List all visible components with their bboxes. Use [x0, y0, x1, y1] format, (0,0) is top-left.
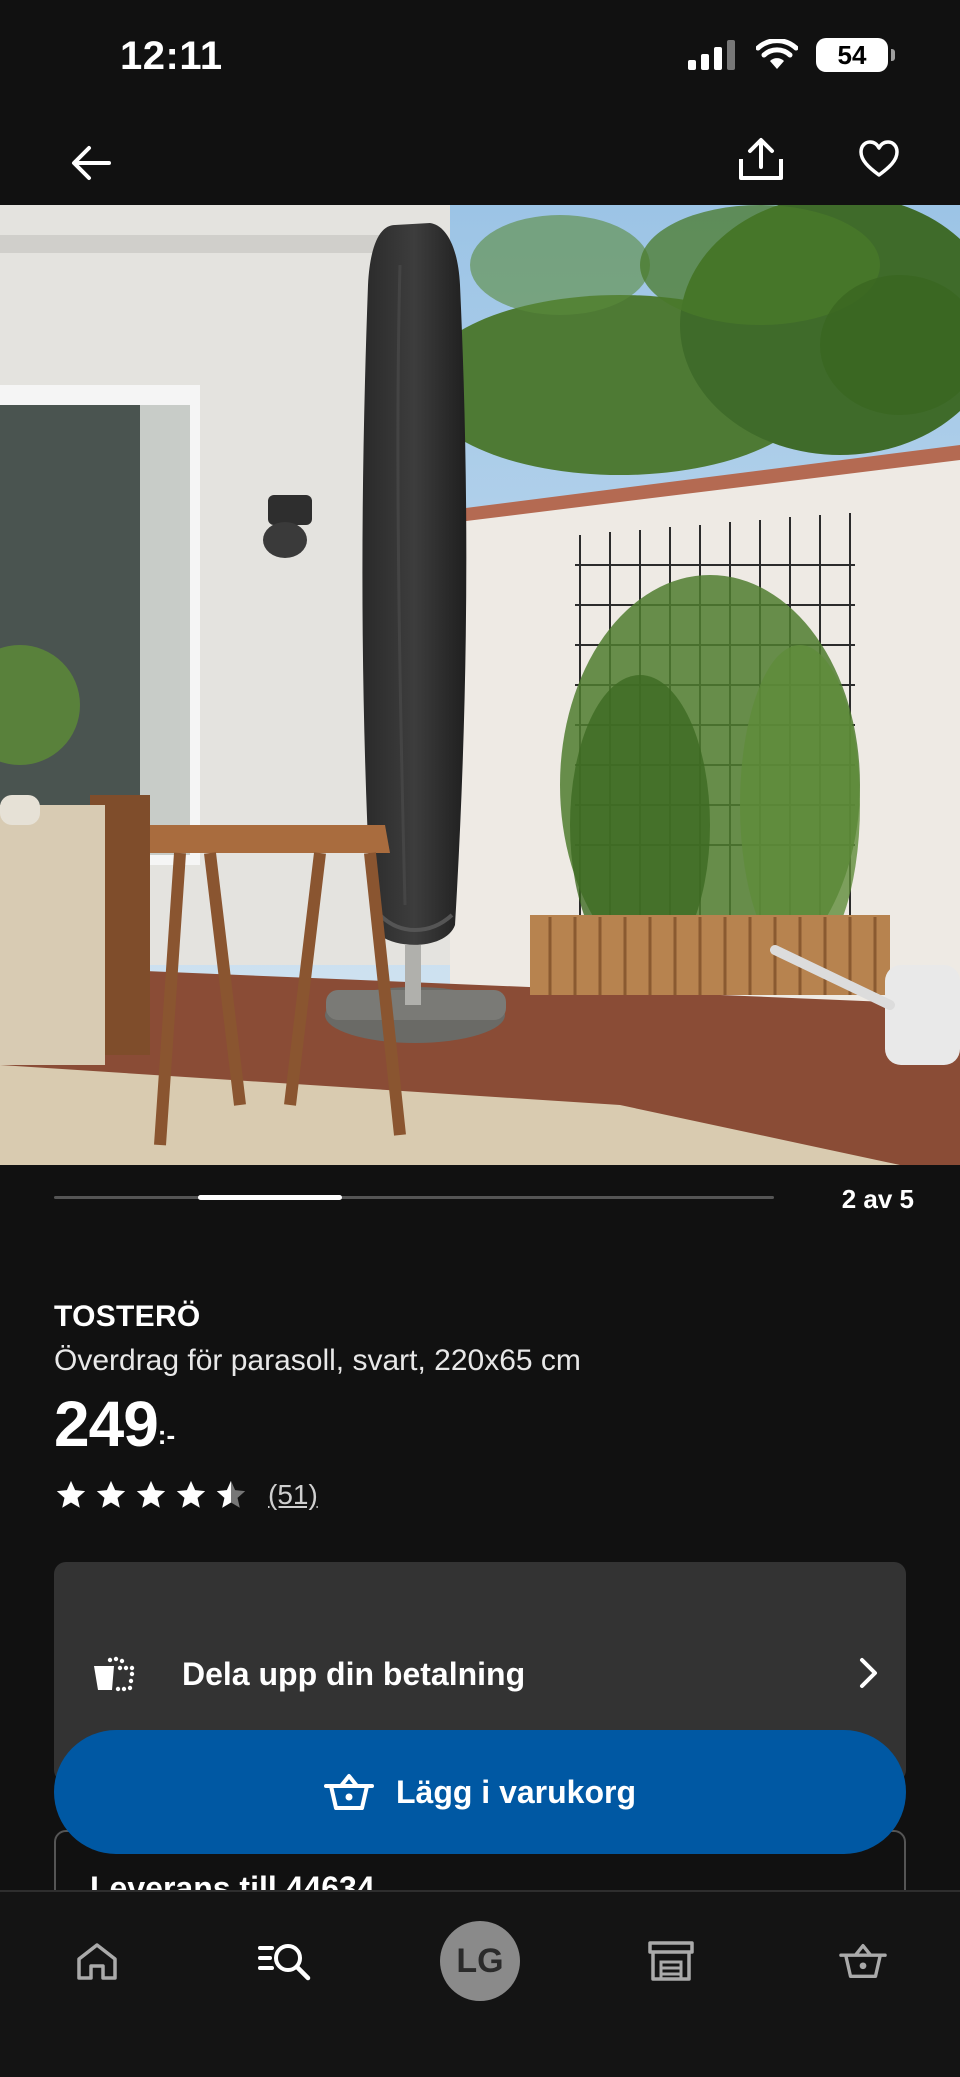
cart-icon	[839, 1943, 887, 1979]
price-main: 249	[54, 1388, 159, 1460]
star-icon	[176, 1480, 206, 1508]
tab-profile[interactable]: LG	[435, 1916, 525, 2006]
tab-cart[interactable]	[818, 1916, 908, 2006]
add-to-cart-button[interactable]: Lägg i varukorg	[54, 1730, 906, 1854]
price-suffix: :-	[157, 1420, 176, 1450]
product-photo	[0, 205, 960, 1165]
tab-stores[interactable]	[626, 1916, 716, 2006]
home-icon	[77, 1943, 117, 1980]
store-icon	[648, 1941, 694, 1981]
carousel-track	[54, 1195, 774, 1200]
half-star-icon	[216, 1480, 246, 1508]
signal-icon	[688, 40, 735, 70]
image-carousel-indicator: 2 av 5	[54, 1180, 914, 1220]
bottom-tab-bar: LG	[0, 1890, 960, 2077]
payment-split-row[interactable]: Dela upp din betalning	[90, 1644, 880, 1704]
product-image[interactable]	[0, 205, 960, 1165]
top-nav	[0, 110, 960, 205]
payment-split-icon	[94, 1656, 135, 1692]
payment-split-label: Dela upp din betalning	[182, 1655, 526, 1692]
back-button[interactable]	[56, 128, 126, 198]
rating[interactable]: (51)	[54, 1478, 914, 1512]
heart-icon	[859, 140, 899, 177]
star-icon	[56, 1480, 86, 1508]
avatar: LG	[440, 1921, 520, 2001]
share-button[interactable]	[726, 124, 796, 194]
tab-home[interactable]	[52, 1916, 142, 2006]
status-icons: 54	[688, 38, 895, 72]
arrow-left-icon	[72, 146, 111, 180]
carousel-position	[198, 1195, 342, 1200]
chevron-right-icon	[860, 1658, 877, 1688]
tab-search[interactable]	[240, 1916, 330, 2006]
product-price: 249 :-	[54, 1392, 914, 1456]
product-description: Överdrag för parasoll, svart, 220x65 cm	[54, 1344, 581, 1377]
add-to-cart-label: Lägg i varukorg	[395, 1773, 637, 1810]
image-counter: 2 av 5	[841, 1184, 914, 1214]
battery-indicator: 54	[816, 38, 895, 72]
product-info: TOSTERÖ Överdrag för parasoll, svart, 22…	[54, 1300, 914, 1512]
review-count-link[interactable]: (51)	[268, 1479, 318, 1511]
favorite-button[interactable]	[844, 124, 914, 194]
star-icon	[136, 1480, 166, 1508]
product-name: TOSTERÖ	[54, 1300, 201, 1333]
status-time: 12:11	[120, 34, 223, 78]
search-list-icon	[258, 1944, 311, 1981]
share-icon	[739, 138, 783, 180]
cart-icon	[323, 1774, 374, 1810]
wifi-icon	[756, 39, 798, 69]
star-icon	[96, 1480, 126, 1508]
status-bar: 12:11 54	[0, 0, 960, 110]
